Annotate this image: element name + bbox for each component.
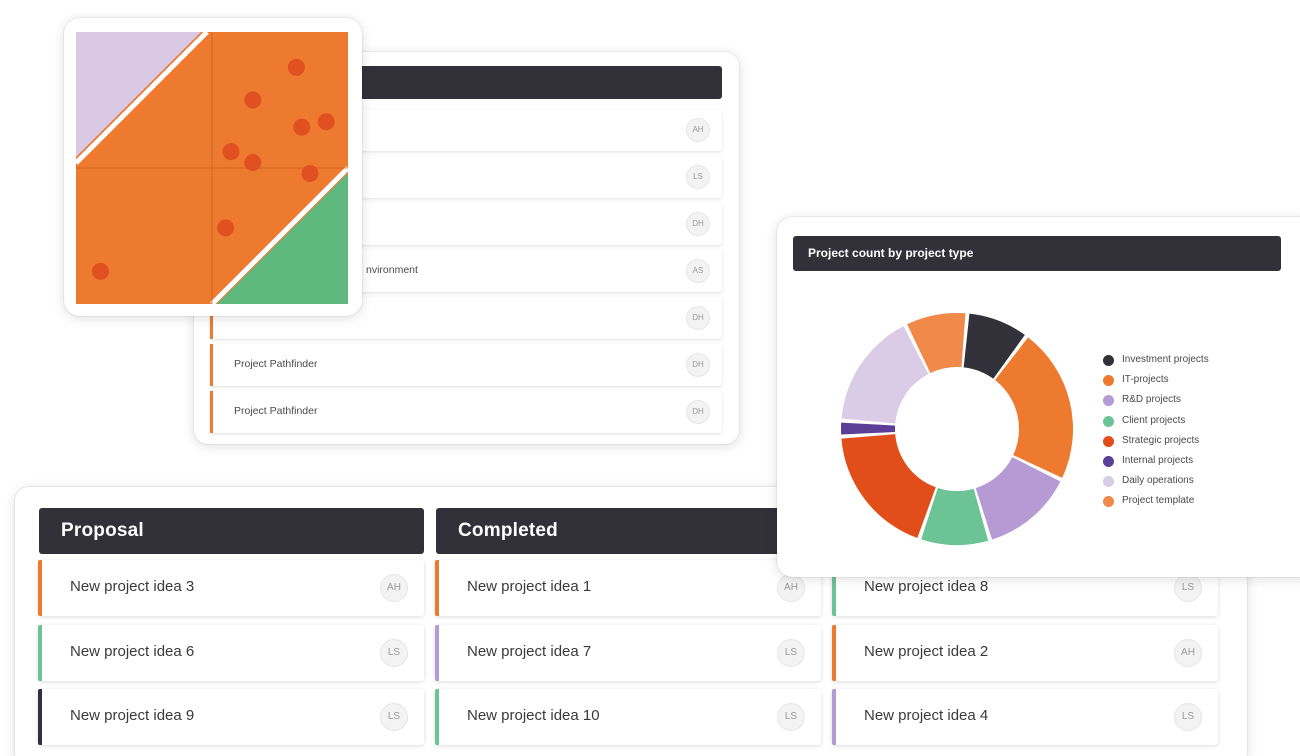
legend-label: Strategic projects (1122, 434, 1200, 446)
board-card[interactable]: New project idea 4 LS (832, 689, 1218, 745)
board-card[interactable]: New project idea 1 AH (435, 560, 821, 616)
card-color-bar (832, 625, 836, 681)
board-card[interactable]: New project idea 3 AH (38, 560, 424, 616)
legend-label: Investment projects (1122, 354, 1209, 365)
legend-swatch (1103, 496, 1114, 508)
avatar[interactable]: LS (380, 703, 408, 731)
avatar[interactable]: AH (1174, 639, 1202, 667)
avatar[interactable]: AS (686, 259, 710, 283)
avatar[interactable]: LS (380, 639, 408, 667)
chart-title: Project count by project type (793, 236, 1281, 271)
project-type-chart-panel: Project count by project type Investment… (777, 217, 1300, 577)
legend-label: Client projects (1122, 414, 1186, 426)
card-color-bar (435, 560, 439, 616)
card-title: New project idea 3 (70, 578, 195, 595)
legend-swatch (1103, 415, 1114, 427)
legend-swatch (1103, 476, 1114, 488)
board-card[interactable]: New project idea 10 LS (435, 689, 821, 745)
card-title: New project idea 10 (467, 707, 600, 724)
board-card[interactable]: New project idea 9 LS (38, 689, 424, 745)
avatar[interactable]: DH (686, 353, 710, 377)
avatar[interactable]: LS (686, 165, 710, 189)
legend-swatch (1103, 455, 1114, 467)
legend-label: Project template (1122, 495, 1195, 507)
card-color-bar (832, 689, 836, 745)
card-color-bar (435, 689, 439, 745)
avatar[interactable]: AH (777, 574, 805, 602)
priority-matrix-panel (64, 18, 362, 316)
row-color-bar (210, 391, 213, 433)
card-title: New project idea 8 (864, 578, 989, 595)
row-color-bar (210, 344, 213, 386)
matrix-point[interactable] (293, 118, 311, 136)
matrix-point[interactable] (287, 58, 305, 76)
matrix-point[interactable] (222, 143, 240, 161)
matrix-point[interactable] (317, 113, 335, 131)
avatar[interactable]: AH (686, 118, 710, 142)
legend-label: Internal projects (1122, 454, 1194, 466)
avatar[interactable]: LS (777, 639, 805, 667)
board-card[interactable]: New project idea 6 LS (38, 625, 424, 681)
card-title: New project idea 2 (864, 643, 989, 660)
avatar[interactable]: LS (1174, 574, 1202, 602)
legend-swatch (1103, 355, 1114, 366)
legend-swatch (1103, 435, 1114, 447)
matrix-point[interactable] (244, 154, 262, 172)
list-item-title: Project Pathfinder (234, 358, 318, 370)
avatar[interactable]: DH (686, 400, 710, 424)
donut-slice[interactable] (841, 434, 936, 539)
legend-label: Daily operations (1122, 475, 1194, 487)
column-header-proposal: Proposal (39, 508, 424, 554)
card-color-bar (38, 689, 42, 745)
card-title: New project idea 6 (70, 643, 195, 660)
donut-slice[interactable] (841, 422, 896, 435)
board-card[interactable]: New project idea 7 LS (435, 625, 821, 681)
card-title: New project idea 7 (467, 643, 592, 660)
card-color-bar (435, 625, 439, 681)
card-title: New project idea 4 (864, 707, 989, 724)
matrix-point[interactable] (244, 91, 262, 109)
list-item-title: Project Pathfinder (234, 405, 318, 417)
board-card[interactable]: New project idea 2 AH (832, 625, 1218, 681)
matrix-point[interactable] (217, 219, 235, 237)
donut-chart (841, 313, 1073, 545)
avatar[interactable]: DH (686, 212, 710, 236)
matrix-point[interactable] (91, 262, 109, 280)
avatar[interactable]: AH (380, 574, 408, 602)
matrix-point[interactable] (301, 164, 319, 182)
avatar[interactable]: DH (686, 306, 710, 330)
card-title: New project idea 1 (467, 578, 592, 595)
list-item[interactable]: Project Pathfinder DH (210, 391, 722, 433)
column-header-completed: Completed (436, 508, 821, 554)
legend-swatch (1103, 395, 1114, 407)
card-title: New project idea 9 (70, 707, 195, 724)
legend-label: R&D projects (1122, 394, 1181, 406)
avatar[interactable]: LS (1174, 703, 1202, 731)
list-item-title: nvironment (366, 264, 418, 276)
legend-label: IT-projects (1122, 374, 1169, 386)
priority-matrix (76, 32, 348, 304)
card-color-bar (38, 560, 42, 616)
legend-swatch (1103, 375, 1114, 387)
card-color-bar (38, 625, 42, 681)
list-item[interactable]: Project Pathfinder DH (210, 344, 722, 386)
avatar[interactable]: LS (777, 703, 805, 731)
